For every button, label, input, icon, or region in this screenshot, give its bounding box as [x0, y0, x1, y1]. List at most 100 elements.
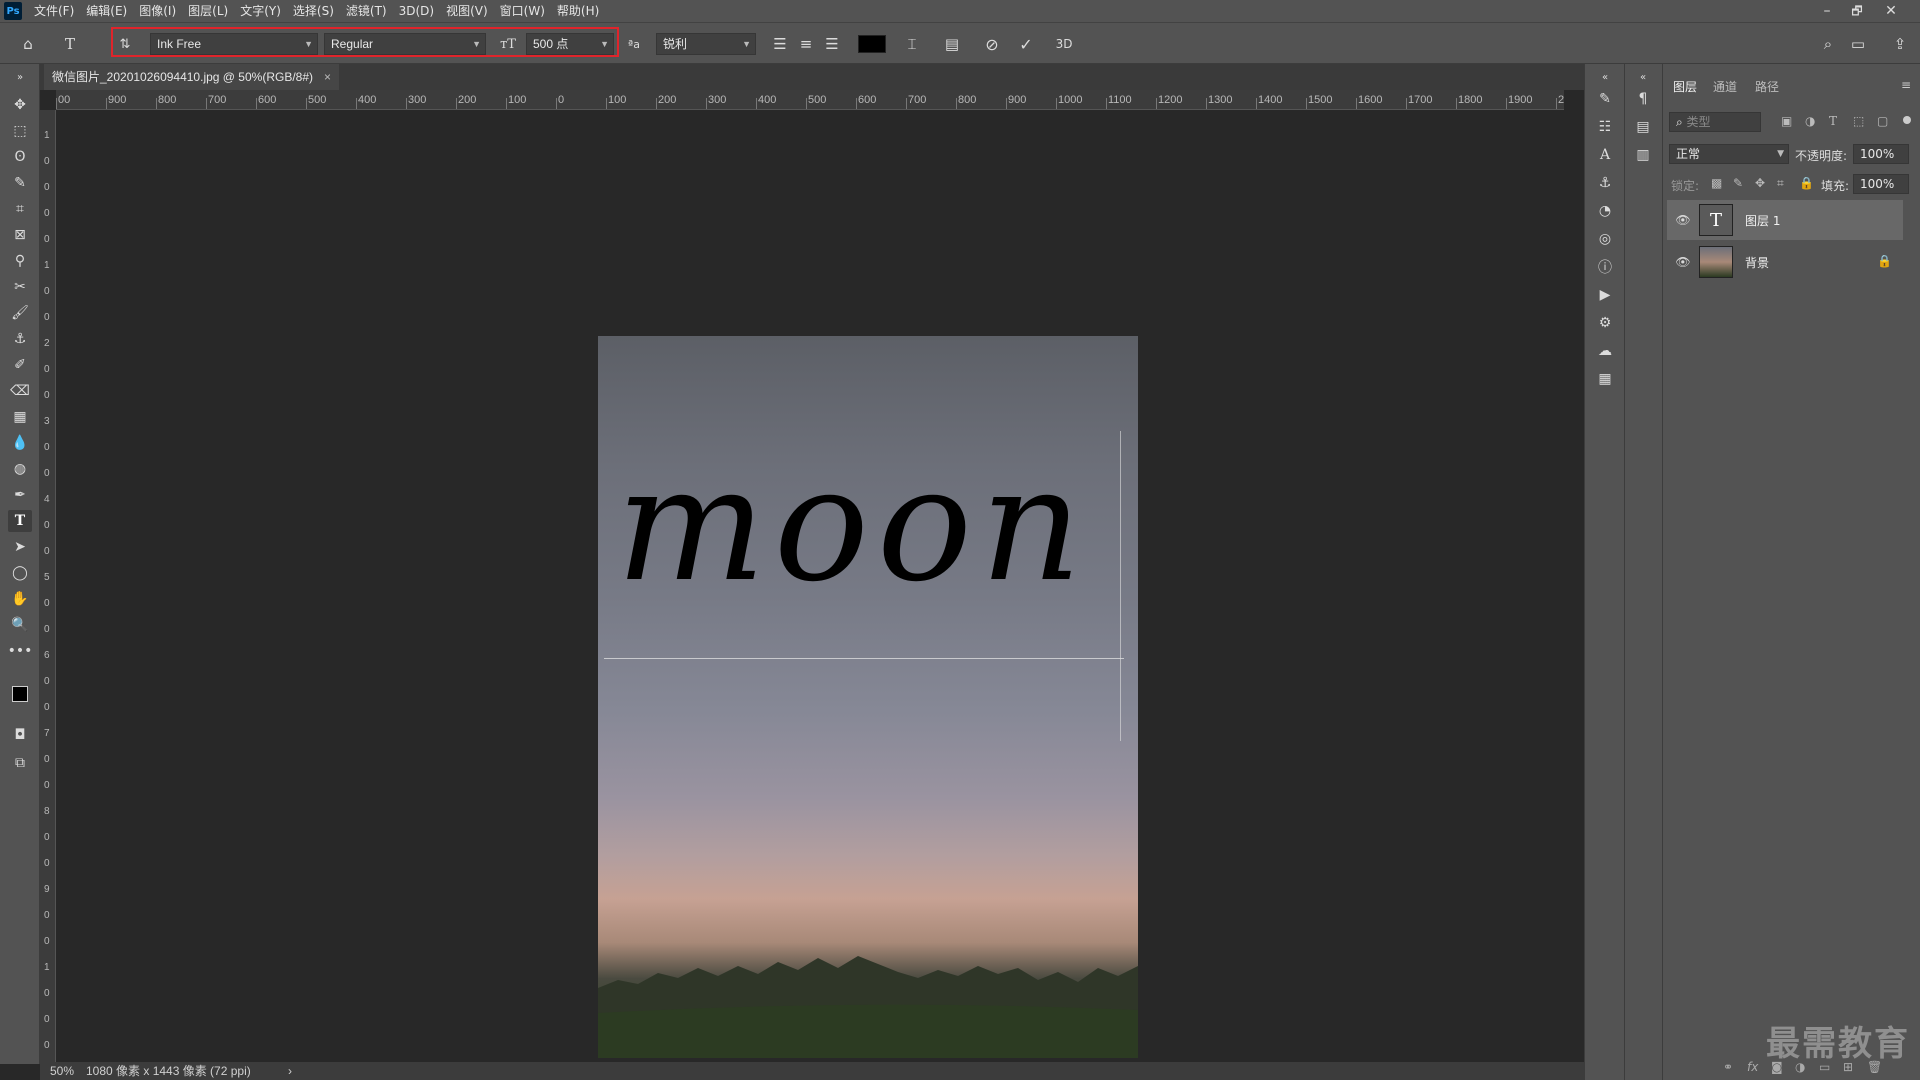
- dodge-tool-icon[interactable]: ◍: [8, 458, 32, 480]
- more-tools-icon[interactable]: •••: [8, 640, 33, 662]
- blur-tool-icon[interactable]: 💧: [8, 432, 32, 454]
- filter-adjustment-icon[interactable]: ◑: [1805, 114, 1815, 128]
- tab-channels[interactable]: 通道: [1713, 78, 1737, 95]
- ellipse-tool-icon[interactable]: ◯: [8, 562, 32, 584]
- minimize-button[interactable]: –: [1812, 0, 1842, 22]
- paragraph-styles-icon[interactable]: ▤: [1631, 116, 1655, 138]
- menu-help[interactable]: 帮助(H): [551, 0, 605, 22]
- tab-paths[interactable]: 路径: [1755, 78, 1779, 95]
- properties-icon[interactable]: ⚙: [1593, 312, 1617, 334]
- adjustments-icon[interactable]: ☷: [1593, 116, 1617, 138]
- eraser-tool-icon[interactable]: ⌫: [8, 380, 32, 402]
- align-right-icon[interactable]: ☰: [820, 32, 844, 56]
- cancel-icon[interactable]: ⊘: [980, 32, 1004, 56]
- 3d-button[interactable]: 3D: [1052, 32, 1076, 56]
- screen-mode-icon[interactable]: ⧉: [8, 752, 32, 774]
- workspace-icon[interactable]: ▭: [1846, 32, 1870, 56]
- menu-view[interactable]: 视图(V): [440, 0, 494, 22]
- text-layer-moon[interactable]: moon: [616, 446, 1090, 604]
- gradient-tool-icon[interactable]: ▦: [8, 406, 32, 428]
- filter-shape-icon[interactable]: ⬚: [1853, 114, 1864, 128]
- commit-check-icon[interactable]: ✓: [1014, 32, 1038, 56]
- quick-select-tool-icon[interactable]: ✎: [8, 172, 32, 194]
- collapse-dock2-icon[interactable]: «: [1631, 66, 1655, 88]
- filter-type-icon[interactable]: T: [1829, 114, 1837, 128]
- pen-tool-icon[interactable]: ✒: [8, 484, 32, 506]
- history-brush-tool-icon[interactable]: ✐: [8, 354, 32, 376]
- opacity-input[interactable]: 100%: [1853, 144, 1909, 164]
- layer-row-text[interactable]: 👁 T 图层 1: [1667, 200, 1903, 240]
- share-icon[interactable]: ⇪: [1888, 32, 1912, 56]
- collapse-toolbar-icon[interactable]: »: [8, 66, 32, 88]
- visibility-eye-icon[interactable]: 👁: [1675, 254, 1691, 270]
- table-icon[interactable]: ▦: [1593, 368, 1617, 390]
- glyphs-icon[interactable]: ▥: [1631, 144, 1655, 166]
- brush-settings-icon[interactable]: ✎: [1593, 88, 1617, 110]
- menu-edit[interactable]: 编辑(E): [80, 0, 133, 22]
- antialias-select[interactable]: 锐利 ▼: [656, 33, 756, 55]
- clone-source-icon[interactable]: ⚓: [1593, 172, 1617, 194]
- close-tab-icon[interactable]: ×: [324, 64, 331, 90]
- marquee-tool-icon[interactable]: ⬚: [8, 120, 32, 142]
- info-icon[interactable]: ⓘ: [1593, 256, 1617, 278]
- align-left-icon[interactable]: ☰: [768, 32, 792, 56]
- status-menu-arrow-icon[interactable]: ›: [288, 1062, 292, 1080]
- filter-toggle-icon[interactable]: [1903, 116, 1911, 124]
- menu-type[interactable]: 文字(Y): [234, 0, 287, 22]
- healing-tool-icon[interactable]: ✂: [8, 276, 32, 298]
- link-layers-icon[interactable]: ⚭: [1723, 1060, 1733, 1074]
- brush-tool-icon[interactable]: 🖌: [8, 302, 32, 324]
- character-icon[interactable]: A: [1593, 144, 1617, 166]
- menu-filter[interactable]: 滤镜(T): [340, 0, 393, 22]
- frame-tool-icon[interactable]: ⊠: [8, 224, 32, 246]
- lock-transparent-icon[interactable]: ▩: [1711, 176, 1722, 190]
- 3d-panel-icon[interactable]: ☁: [1593, 340, 1617, 362]
- eyedropper-tool-icon[interactable]: ⚲: [8, 250, 32, 272]
- lock-position-icon[interactable]: ✥: [1755, 176, 1765, 190]
- stamp-tool-icon[interactable]: ⚓: [8, 328, 32, 350]
- lock-pixels-icon[interactable]: ✎: [1733, 176, 1743, 190]
- lock-all-icon[interactable]: 🔒: [1799, 176, 1814, 190]
- close-window-button[interactable]: ✕: [1876, 0, 1906, 22]
- restore-button[interactable]: 🗗: [1842, 0, 1872, 22]
- type-tool-icon[interactable]: T: [8, 510, 32, 532]
- fill-input[interactable]: 100%: [1853, 174, 1909, 194]
- menu-select[interactable]: 选择(S): [287, 0, 340, 22]
- collapse-dock-icon[interactable]: «: [1593, 66, 1617, 88]
- lasso-tool-icon[interactable]: ʘ: [8, 146, 32, 168]
- blend-mode-select[interactable]: 正常 ▼: [1669, 144, 1789, 164]
- fx-icon[interactable]: fx: [1747, 1060, 1758, 1074]
- path-select-tool-icon[interactable]: ➤: [8, 536, 32, 558]
- character-panel-icon[interactable]: ▤: [940, 32, 964, 56]
- menu-3d[interactable]: 3D(D): [393, 0, 440, 22]
- foreground-color-swatch[interactable]: [12, 686, 28, 702]
- zoom-tool-icon[interactable]: 🔍: [8, 614, 32, 636]
- home-icon[interactable]: ⌂: [16, 32, 40, 56]
- history-icon[interactable]: ◔: [1593, 200, 1617, 222]
- layer-filter-select[interactable]: ⌕ 类型: [1669, 112, 1761, 132]
- filter-smart-object-icon[interactable]: ▢: [1877, 114, 1888, 128]
- visibility-eye-icon[interactable]: 👁: [1675, 212, 1691, 228]
- menu-window[interactable]: 窗口(W): [494, 0, 551, 22]
- warp-text-icon[interactable]: ⌶: [900, 32, 924, 56]
- paragraph-icon[interactable]: ¶: [1631, 88, 1655, 110]
- swatches-icon[interactable]: ◎: [1593, 228, 1617, 250]
- document-image[interactable]: moon: [598, 336, 1138, 1058]
- menu-file[interactable]: 文件(F): [28, 0, 80, 22]
- panel-menu-icon[interactable]: ≡: [1901, 78, 1911, 92]
- align-center-icon[interactable]: ≡: [794, 32, 818, 56]
- tool-preset-text-icon[interactable]: T: [58, 32, 82, 56]
- quick-mask-icon[interactable]: ◘: [8, 724, 32, 746]
- move-tool-icon[interactable]: ✥: [8, 94, 32, 116]
- actions-play-icon[interactable]: ▶: [1593, 284, 1617, 306]
- search-icon[interactable]: ⌕: [1816, 32, 1840, 56]
- menu-layer[interactable]: 图层(L): [182, 0, 234, 22]
- canvas-area[interactable]: moon: [56, 110, 1564, 1062]
- layer-row-background[interactable]: 👁 背景 🔒: [1667, 242, 1903, 282]
- zoom-level[interactable]: 50%: [50, 1062, 74, 1080]
- tab-layers[interactable]: 图层: [1673, 78, 1697, 95]
- text-color-swatch[interactable]: [858, 35, 886, 53]
- layer-name[interactable]: 图层 1: [1745, 212, 1780, 229]
- hand-tool-icon[interactable]: ✋: [8, 588, 32, 610]
- crop-tool-icon[interactable]: ⌗: [8, 198, 32, 220]
